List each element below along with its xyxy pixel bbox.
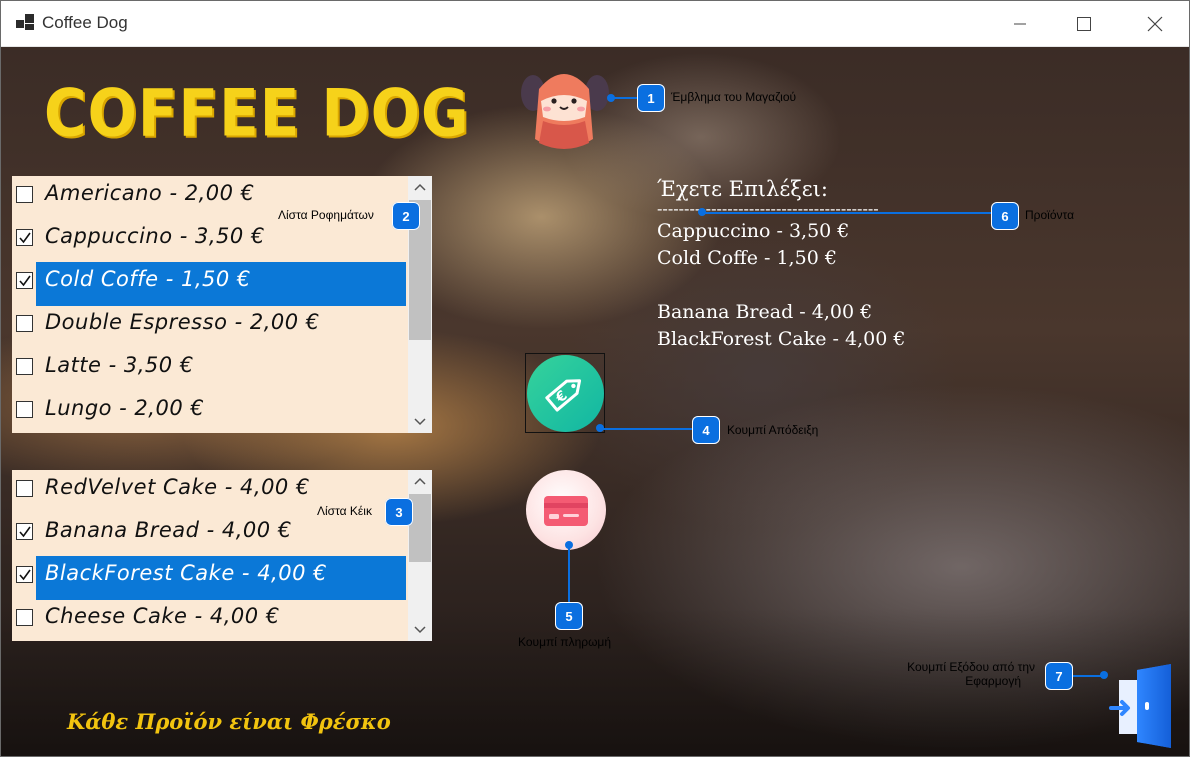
minimize-icon (1014, 23, 1026, 24)
list-item[interactable]: Latte - 3,50 € (12, 348, 407, 386)
scroll-down-icon[interactable] (408, 411, 432, 433)
annotation-badge-3: 3 (385, 498, 413, 526)
annotation-badge-7: 7 (1045, 662, 1073, 690)
checkbox[interactable] (16, 609, 33, 626)
list-item[interactable]: RedVelvet Cake - 4,00 € (12, 470, 407, 508)
annotation-label-2: Λίστα Ροφημάτων (278, 208, 374, 222)
title-bar: Coffee Dog (1, 1, 1189, 47)
summary-heading: Έχετε Επιλέξει: (657, 177, 828, 201)
close-icon (1147, 16, 1163, 31)
checkmark-icon (19, 275, 31, 287)
annotation-badge-5: 5 (555, 602, 583, 630)
list-item-selected[interactable]: BlackForest Cake - 4,00 € (12, 556, 407, 600)
brand-title: COFFEE DOG (44, 75, 470, 152)
summary-item: Banana Bread - 4,00 € (657, 301, 873, 323)
checkbox[interactable] (16, 186, 33, 203)
annotation-label-3: Λίστα Κέικ (317, 504, 372, 518)
checkmark-icon (19, 569, 31, 581)
annotation-badge-6: 6 (991, 202, 1019, 230)
annotation-label-7: Κουμπί Εξόδου από την Εφαρμογή (907, 660, 1035, 688)
credit-card-icon (544, 496, 588, 526)
exit-door-icon[interactable] (1109, 664, 1173, 748)
list-item-selected[interactable]: Cold Coffe - 1,50 € (12, 262, 407, 306)
list-item[interactable]: Cheese Cake - 4,00 € (12, 599, 407, 637)
annotation-badge-1: 1 (637, 84, 665, 112)
annotation-label-1: Έμβλημα του Μαγαζιού (671, 90, 797, 104)
list-item[interactable]: Banana Bread - 4,00 € (12, 513, 407, 551)
checkbox[interactable] (16, 229, 33, 246)
annotation-label-4: Κουμπί Απόδειξη (727, 423, 819, 437)
list-item[interactable]: Cappuccino - 3,50 € (12, 219, 407, 257)
maximize-icon (1077, 16, 1091, 31)
app-icon (16, 14, 34, 30)
summary-separator: ----------------------------------------… (657, 199, 879, 218)
footer-slogan: Κάθε Προϊόν είναι Φρέσκο (67, 709, 391, 734)
annotation-badge-2: 2 (392, 202, 420, 230)
checkbox[interactable] (16, 315, 33, 332)
summary-item: BlackForest Cake - 4,00 € (657, 328, 906, 350)
checkbox[interactable] (16, 480, 33, 497)
summary-item: Cold Coffe - 1,50 € (657, 247, 837, 269)
checkmark-icon (19, 526, 31, 538)
payment-button[interactable] (526, 470, 606, 550)
checkbox[interactable] (16, 523, 33, 540)
minimize-button[interactable] (997, 1, 1043, 46)
euro-tag-icon: € (545, 379, 582, 412)
scroll-up-icon[interactable] (408, 176, 432, 198)
checkbox[interactable] (16, 358, 33, 375)
close-button[interactable] (1132, 1, 1178, 46)
checkbox[interactable] (16, 401, 33, 418)
main-content: COFFEE DOG Americano - 2,00 € Cappuccino… (1, 47, 1189, 756)
scroll-down-icon[interactable] (408, 619, 432, 641)
dog-logo-icon (521, 74, 609, 149)
annotation-badge-4: 4 (692, 416, 720, 444)
scroll-up-icon[interactable] (408, 470, 432, 492)
annotation-label-6: Προϊόντα (1025, 208, 1075, 222)
receipt-button[interactable]: € (525, 353, 605, 433)
list-item[interactable]: Lungo - 2,00 € (12, 391, 407, 429)
checkbox[interactable] (16, 272, 33, 289)
list-item[interactable]: Double Espresso - 2,00 € (12, 305, 407, 343)
summary-item: Cappuccino - 3,50 € (657, 220, 850, 242)
app-window: Coffee Dog COFFEE DOG Americano - 2,00 €… (0, 0, 1190, 757)
checkbox[interactable] (16, 566, 33, 583)
selection-summary: Έχετε Επιλέξει: ------------------------… (657, 177, 905, 353)
checkmark-icon (19, 232, 31, 244)
window-title: Coffee Dog (42, 13, 128, 32)
maximize-button[interactable] (1061, 1, 1107, 46)
cakes-scrollbar[interactable] (408, 470, 432, 641)
cakes-list[interactable]: RedVelvet Cake - 4,00 € Banana Bread - 4… (12, 470, 432, 641)
annotation-label-5: Κουμπί πληρωμή (518, 635, 612, 649)
